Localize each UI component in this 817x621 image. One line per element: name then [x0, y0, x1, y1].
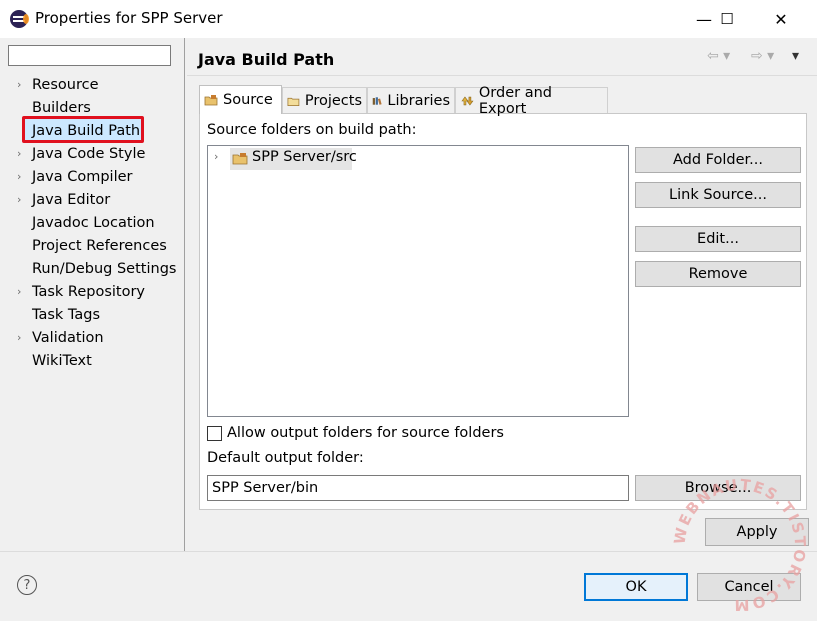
close-button[interactable]: ✕	[758, 0, 804, 38]
libraries-icon	[372, 96, 382, 105]
source-folder-tree[interactable]	[207, 145, 629, 417]
tab-label: Libraries	[387, 92, 450, 109]
nav-item-run-debug-settings[interactable]: Run/Debug Settings	[32, 258, 176, 280]
tab-label: Order and Export	[478, 84, 552, 117]
tab-libraries[interactable]: Libraries	[367, 87, 455, 113]
tab-order-and-export[interactable]: Order and Export	[455, 85, 608, 117]
help-icon[interactable]: ?	[17, 575, 37, 595]
nav-item-label: Java Build Path	[32, 123, 141, 139]
back-arrow-icon[interactable]: ⇦ ▾	[707, 48, 730, 64]
panel-splitter[interactable]	[184, 38, 185, 551]
nav-item-resource[interactable]: › Resource	[17, 74, 99, 96]
nav-item-label: Javadoc Location	[32, 215, 155, 231]
source-folder-icon	[204, 95, 218, 106]
link-source-button[interactable]: Link Source...	[635, 182, 801, 208]
nav-item-validation[interactable]: › Validation	[17, 327, 104, 349]
default-output-field[interactable]: SPP Server/bin	[207, 475, 629, 501]
tree-item-label: SPP Server/src	[252, 149, 357, 165]
tab-source[interactable]: Source	[199, 85, 282, 114]
divider	[187, 75, 817, 76]
nav-item-label: Resource	[32, 77, 99, 93]
remove-button[interactable]: Remove	[635, 261, 801, 287]
tab-projects[interactable]: Projects	[282, 87, 367, 113]
tab-label: Projects	[304, 92, 362, 109]
expand-chevron-icon[interactable]: ›	[17, 189, 21, 211]
source-folders-label: Source folders on build path:	[207, 122, 417, 138]
nav-item-wikitext[interactable]: WikiText	[32, 350, 92, 372]
nav-item-label: Validation	[32, 330, 104, 346]
nav-item-java-code-style[interactable]: › Java Code Style	[17, 143, 146, 165]
nav-item-label: Builders	[32, 100, 91, 116]
expand-chevron-icon[interactable]: ›	[17, 281, 21, 303]
filter-input[interactable]	[8, 45, 171, 66]
nav-item-label: Project References	[32, 238, 167, 254]
expand-chevron-icon[interactable]: ›	[17, 327, 21, 349]
window-title: Properties for SPP Server	[35, 9, 223, 27]
order-export-icon	[461, 96, 474, 105]
eclipse-icon	[10, 10, 29, 28]
tab-label: Source	[223, 92, 273, 108]
edit-button[interactable]: Edit...	[635, 226, 801, 252]
nav-item-label: Task Repository	[32, 284, 146, 300]
view-menu-icon[interactable]: ▾	[792, 48, 799, 64]
watermark-stamp: WEBNAUTES.TISTORY.COM	[670, 476, 809, 615]
nav-item-label: Java Code Style	[32, 146, 146, 162]
nav-item-java-build-path[interactable]: Java Build Path	[32, 120, 140, 142]
project-folder-icon	[287, 97, 300, 106]
default-output-label: Default output folder:	[207, 450, 364, 466]
nav-item-label: WikiText	[32, 353, 92, 369]
allow-output-checkbox[interactable]	[207, 426, 222, 441]
nav-item-javadoc-location[interactable]: Javadoc Location	[32, 212, 155, 234]
nav-item-label: Java Editor	[32, 192, 111, 208]
expand-chevron-icon[interactable]: ›	[17, 143, 21, 165]
page-title: Java Build Path	[198, 50, 335, 69]
expand-chevron-icon[interactable]: ›	[17, 166, 21, 188]
nav-item-label: Task Tags	[32, 307, 101, 323]
forward-arrow-icon[interactable]: ⇨ ▾	[751, 48, 774, 64]
nav-item-java-editor[interactable]: › Java Editor	[17, 189, 111, 211]
nav-item-project-references[interactable]: Project References	[32, 235, 167, 257]
nav-item-builders[interactable]: Builders	[32, 97, 91, 119]
maximize-button[interactable]: ☐	[704, 0, 750, 38]
nav-item-label: Java Compiler	[32, 169, 133, 185]
source-folder-icon	[232, 153, 248, 165]
nav-item-label: Run/Debug Settings	[32, 261, 177, 277]
watermark-text: WEBNAUTES.TISTORY.COM	[670, 476, 809, 615]
expand-chevron-icon[interactable]: ›	[17, 74, 21, 96]
allow-output-label: Allow output folders for source folders	[227, 425, 504, 441]
nav-item-task-repository[interactable]: › Task Repository	[17, 281, 146, 303]
nav-item-task-tags[interactable]: Task Tags	[32, 304, 100, 326]
expand-chevron-icon[interactable]: ›	[214, 150, 218, 163]
nav-item-java-compiler[interactable]: › Java Compiler	[17, 166, 133, 188]
add-folder-button[interactable]: Add Folder...	[635, 147, 801, 173]
